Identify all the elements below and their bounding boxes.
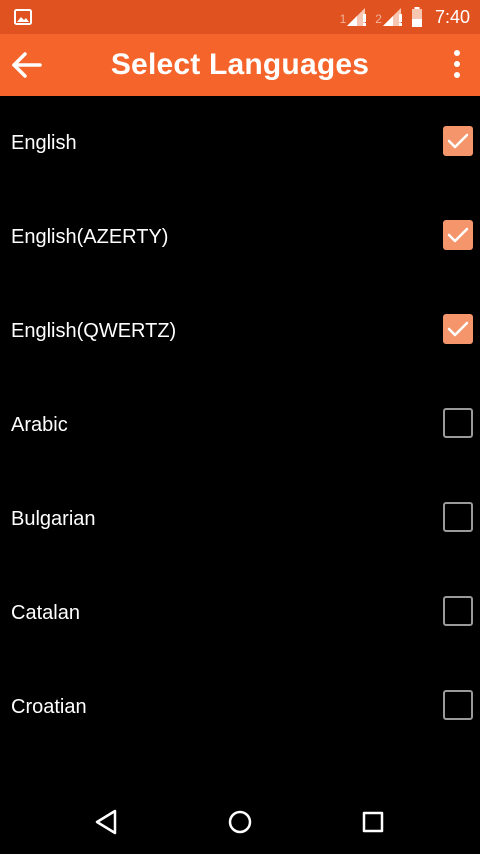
signal-icon [382,8,402,26]
checkbox-unchecked[interactable] [443,596,473,626]
language-row-english[interactable]: English [0,96,480,190]
language-label: English(AZERTY) [11,226,169,248]
checkbox-checked[interactable] [443,126,473,156]
page-title: Select Languages [110,48,370,81]
language-row-croatian[interactable]: Croatian [0,660,480,754]
sim2-signal: 2 [375,8,403,26]
checkbox-checked[interactable] [443,314,473,344]
sim1-label: 1 [339,12,347,26]
language-label: English(QWERTZ) [11,320,177,342]
gallery-icon [14,8,32,31]
more-vert-icon[interactable] [450,48,464,82]
language-row-bulgarian[interactable]: Bulgarian [0,472,480,566]
checkbox-unchecked[interactable] [443,408,473,438]
check-icon [447,227,469,243]
language-label: Catalan [11,602,80,624]
language-label: Arabic [11,414,68,436]
check-icon [447,133,469,149]
language-row-catalan[interactable]: Catalan [0,566,480,660]
check-icon [447,321,469,337]
status-bar: 1 2 7:40 [0,0,480,34]
recents-square-icon[interactable] [357,806,389,838]
checkbox-unchecked[interactable] [443,690,473,720]
checkbox-checked[interactable] [443,220,473,250]
sim1-signal: 1 [340,8,368,26]
home-circle-icon[interactable] [224,806,256,838]
signal-icon [347,8,367,26]
sim2-label: 2 [375,12,382,26]
app-bar: Select Languages [0,34,480,96]
language-label: English [11,132,77,154]
status-time: 7:40 [434,6,470,27]
language-row-english-azerty[interactable]: English(AZERTY) [0,190,480,284]
back-triangle-icon[interactable] [91,806,123,838]
language-label: Bulgarian [11,508,96,530]
checkbox-unchecked[interactable] [443,502,473,532]
language-row-arabic[interactable]: Arabic [0,378,480,472]
language-list: English English(AZERTY) English(QWERTZ) … [0,96,480,754]
language-label: Croatian [11,696,87,718]
battery-icon [411,7,422,27]
language-row-english-qwertz[interactable]: English(QWERTZ) [0,284,480,378]
navigation-bar [0,790,480,854]
